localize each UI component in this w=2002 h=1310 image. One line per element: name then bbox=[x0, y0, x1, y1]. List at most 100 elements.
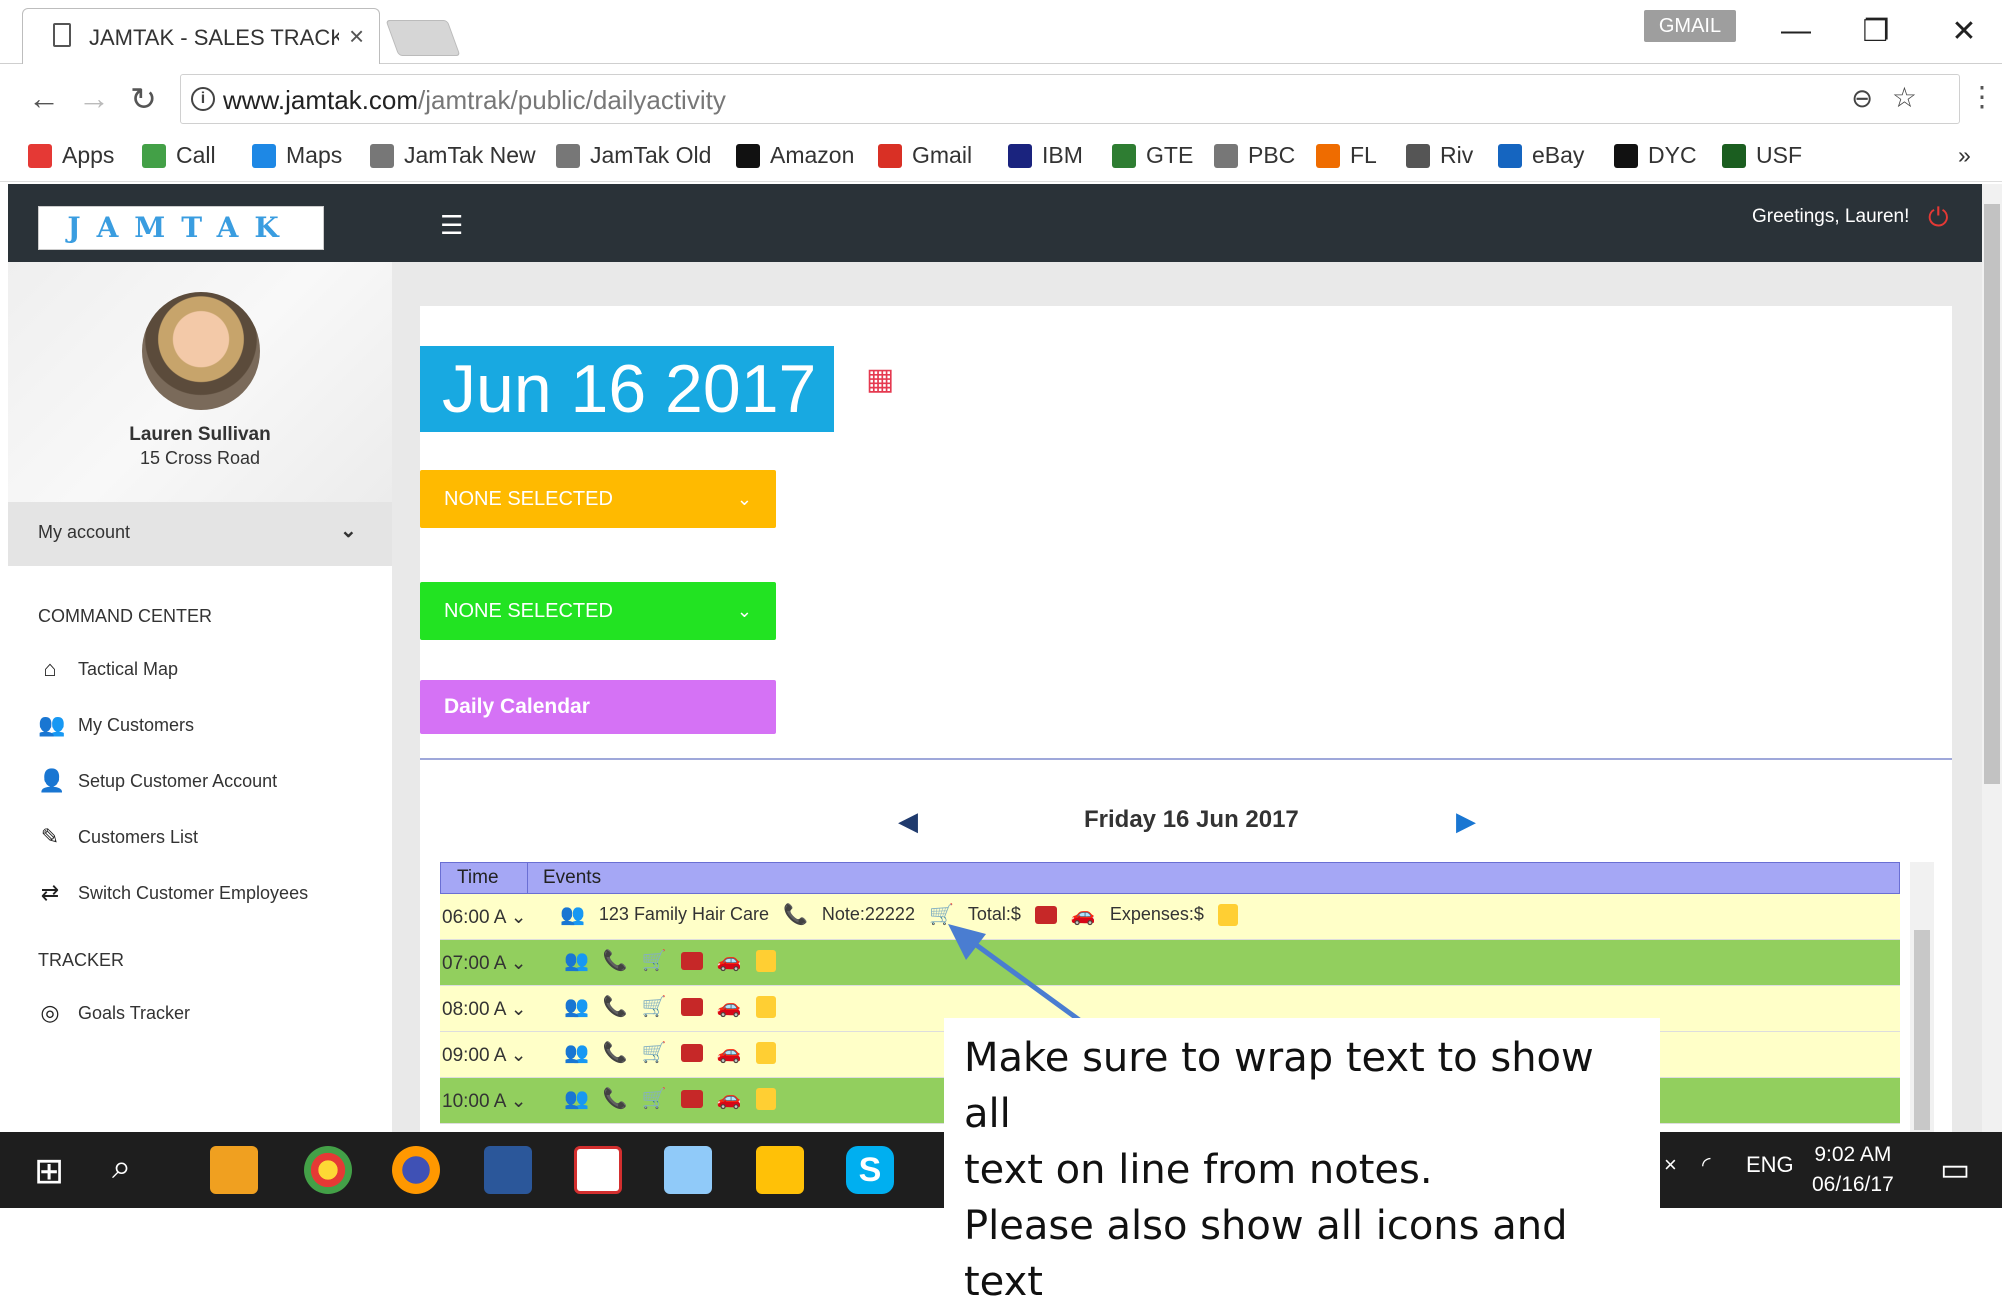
dropdown-customer[interactable]: NONE SELECTED ⌄ bbox=[420, 470, 776, 528]
page-scroll-thumb[interactable] bbox=[1984, 204, 2000, 784]
calendar-icon[interactable]: ▦ bbox=[866, 362, 894, 397]
time-select[interactable]: 07:00 A ⌄ bbox=[442, 952, 527, 975]
zoom-icon[interactable]: ⊖ bbox=[1851, 83, 1873, 114]
people-icon[interactable]: 👥 bbox=[564, 1086, 589, 1111]
clock[interactable]: 9:02 AM 06/16/17 bbox=[1812, 1140, 1894, 1200]
word-icon[interactable] bbox=[484, 1146, 532, 1194]
forward-icon[interactable]: → bbox=[78, 80, 110, 117]
sidebar-item-goals-tracker[interactable]: ◎ Goals Tracker bbox=[38, 1000, 190, 1026]
sidebar-item-my-customers[interactable]: 👥 My Customers bbox=[38, 712, 194, 738]
time-select[interactable]: 10:00 A ⌄ bbox=[442, 1090, 527, 1113]
bookmark-fl[interactable]: FL bbox=[1316, 142, 1377, 169]
bookmark-amazon[interactable]: Amazon bbox=[736, 142, 854, 169]
expense-icon[interactable] bbox=[755, 995, 776, 1018]
bookmark-ebay[interactable]: eBay bbox=[1498, 142, 1584, 169]
expense-icon[interactable] bbox=[755, 949, 776, 972]
phone-icon[interactable]: 📞 bbox=[603, 994, 628, 1019]
sidebar-item-setup-customer-account[interactable]: 👤 Setup Customer Account bbox=[38, 768, 277, 794]
firefox-icon[interactable] bbox=[392, 1146, 440, 1194]
hamburger-menu-icon[interactable]: ☰ bbox=[440, 210, 463, 241]
expense-icon[interactable] bbox=[755, 1041, 776, 1064]
notes-app-icon[interactable] bbox=[664, 1146, 712, 1194]
star-icon[interactable]: ☆ bbox=[1892, 81, 1917, 114]
back-icon[interactable]: ← bbox=[28, 80, 60, 117]
sidebar-item-customers-list[interactable]: ✎ Customers List bbox=[38, 824, 198, 850]
bookmark-label: Amazon bbox=[770, 142, 855, 168]
phone-icon[interactable]: 📞 bbox=[603, 1086, 628, 1111]
bookmark-gte[interactable]: GTE bbox=[1112, 142, 1193, 169]
tab-close-icon[interactable]: × bbox=[349, 21, 364, 52]
message-icon[interactable] bbox=[680, 1089, 703, 1108]
bookmark-riv[interactable]: Riv bbox=[1406, 142, 1473, 169]
note-text[interactable]: Note:22222 bbox=[822, 904, 915, 925]
bookmark-dyc[interactable]: DYC bbox=[1614, 142, 1697, 169]
cart-icon[interactable]: 🛒 bbox=[642, 1040, 667, 1065]
skype-icon[interactable]: S bbox=[846, 1146, 894, 1194]
my-account-toggle[interactable]: My account ⌄ bbox=[8, 502, 392, 566]
message-icon[interactable] bbox=[680, 997, 703, 1016]
windows-start-icon[interactable]: ⊞ bbox=[34, 1150, 64, 1192]
expense-icon[interactable] bbox=[1217, 903, 1238, 926]
power-icon[interactable]: ⏻ bbox=[1928, 202, 1949, 234]
bookmark-maps[interactable]: Maps bbox=[252, 142, 342, 169]
bookmark-jamtak-old[interactable]: JamTak Old bbox=[556, 142, 711, 169]
bookmark-ibm[interactable]: IBM bbox=[1008, 142, 1083, 169]
bookmark-apps[interactable]: Apps bbox=[28, 142, 114, 169]
dropdown-employee[interactable]: NONE SELECTED ⌄ bbox=[420, 582, 776, 640]
time-select[interactable]: 06:00 A ⌄ bbox=[442, 906, 527, 929]
bookmark-pbc[interactable]: PBC bbox=[1214, 142, 1295, 169]
expense-icon[interactable] bbox=[755, 1087, 776, 1110]
reload-icon[interactable]: ↻ bbox=[130, 80, 157, 118]
grid-scroll-thumb[interactable] bbox=[1914, 930, 1930, 1130]
cart-icon[interactable]: 🛒 bbox=[642, 1086, 667, 1111]
file-explorer-icon[interactable] bbox=[756, 1146, 804, 1194]
jamtak-logo[interactable]: JAMTAK bbox=[38, 206, 324, 250]
cart-icon[interactable]: 🛒 bbox=[642, 948, 667, 973]
people-icon[interactable]: 👥 bbox=[560, 902, 585, 927]
volume-icon[interactable]: × bbox=[1664, 1152, 1677, 1178]
close-window-icon[interactable]: ✕ bbox=[1944, 14, 1984, 49]
restore-icon[interactable]: ❐ bbox=[1856, 14, 1896, 49]
browser-tab[interactable]: JAMTAK - SALES TRACKE × bbox=[22, 8, 380, 64]
cart-icon[interactable]: 🛒 bbox=[642, 994, 667, 1019]
car-icon[interactable]: 🚗 bbox=[717, 1040, 742, 1065]
search-icon[interactable]: ⌕ bbox=[112, 1148, 131, 1187]
people-icon[interactable]: 👥 bbox=[564, 994, 589, 1019]
gmail-badge[interactable]: GMAIL bbox=[1644, 10, 1736, 42]
bookmark-gmail[interactable]: Gmail bbox=[878, 142, 972, 169]
language-indicator[interactable]: ENG bbox=[1746, 1152, 1794, 1178]
chrome-icon[interactable] bbox=[304, 1146, 352, 1194]
outlook-icon[interactable] bbox=[210, 1146, 258, 1194]
phone-icon[interactable]: 📞 bbox=[783, 902, 808, 927]
time-select[interactable]: 08:00 A ⌄ bbox=[442, 998, 527, 1021]
avatar[interactable] bbox=[142, 292, 260, 410]
message-icon[interactable] bbox=[680, 951, 703, 970]
minimize-icon[interactable]: — bbox=[1776, 14, 1816, 48]
sidebar-item-switch-customer-employees[interactable]: ⇄ Switch Customer Employees bbox=[38, 880, 308, 906]
bookmark-usf[interactable]: USF bbox=[1722, 142, 1802, 169]
new-tab-button[interactable] bbox=[385, 20, 461, 56]
people-icon[interactable]: 👥 bbox=[564, 948, 589, 973]
car-icon[interactable]: 🚗 bbox=[717, 1086, 742, 1111]
car-icon[interactable]: 🚗 bbox=[717, 994, 742, 1019]
message-icon[interactable] bbox=[680, 1043, 703, 1062]
daily-calendar-button[interactable]: Daily Calendar bbox=[420, 680, 776, 734]
time-select[interactable]: 09:00 A ⌄ bbox=[442, 1044, 527, 1067]
bookmark-call[interactable]: Call bbox=[142, 142, 216, 169]
wifi-icon[interactable]: ◜ bbox=[1702, 1152, 1711, 1178]
bookmarks-more-icon[interactable]: » bbox=[1958, 142, 1971, 169]
next-day-icon[interactable]: ▶ bbox=[1456, 806, 1476, 837]
customer-name[interactable]: 123 Family Hair Care bbox=[599, 904, 769, 925]
people-icon[interactable]: 👥 bbox=[564, 1040, 589, 1065]
menu-dots-icon[interactable]: ⋮ bbox=[1968, 80, 1996, 113]
phone-icon[interactable]: 📞 bbox=[603, 948, 628, 973]
sidebar-item-tactical-map[interactable]: ⌂ Tactical Map bbox=[38, 656, 178, 682]
notifications-icon[interactable]: ▭ bbox=[1940, 1150, 1970, 1188]
car-icon[interactable]: 🚗 bbox=[717, 948, 742, 973]
prev-day-icon[interactable]: ◀ bbox=[898, 806, 918, 837]
info-icon[interactable]: i bbox=[191, 87, 215, 111]
url-input[interactable]: i www.jamtak.com/jamtrak/public/dailyact… bbox=[180, 74, 1960, 124]
bookmark-jamtak-new[interactable]: JamTak New bbox=[370, 142, 536, 169]
phone-icon[interactable]: 📞 bbox=[603, 1040, 628, 1065]
acrobat-icon[interactable] bbox=[574, 1146, 622, 1194]
